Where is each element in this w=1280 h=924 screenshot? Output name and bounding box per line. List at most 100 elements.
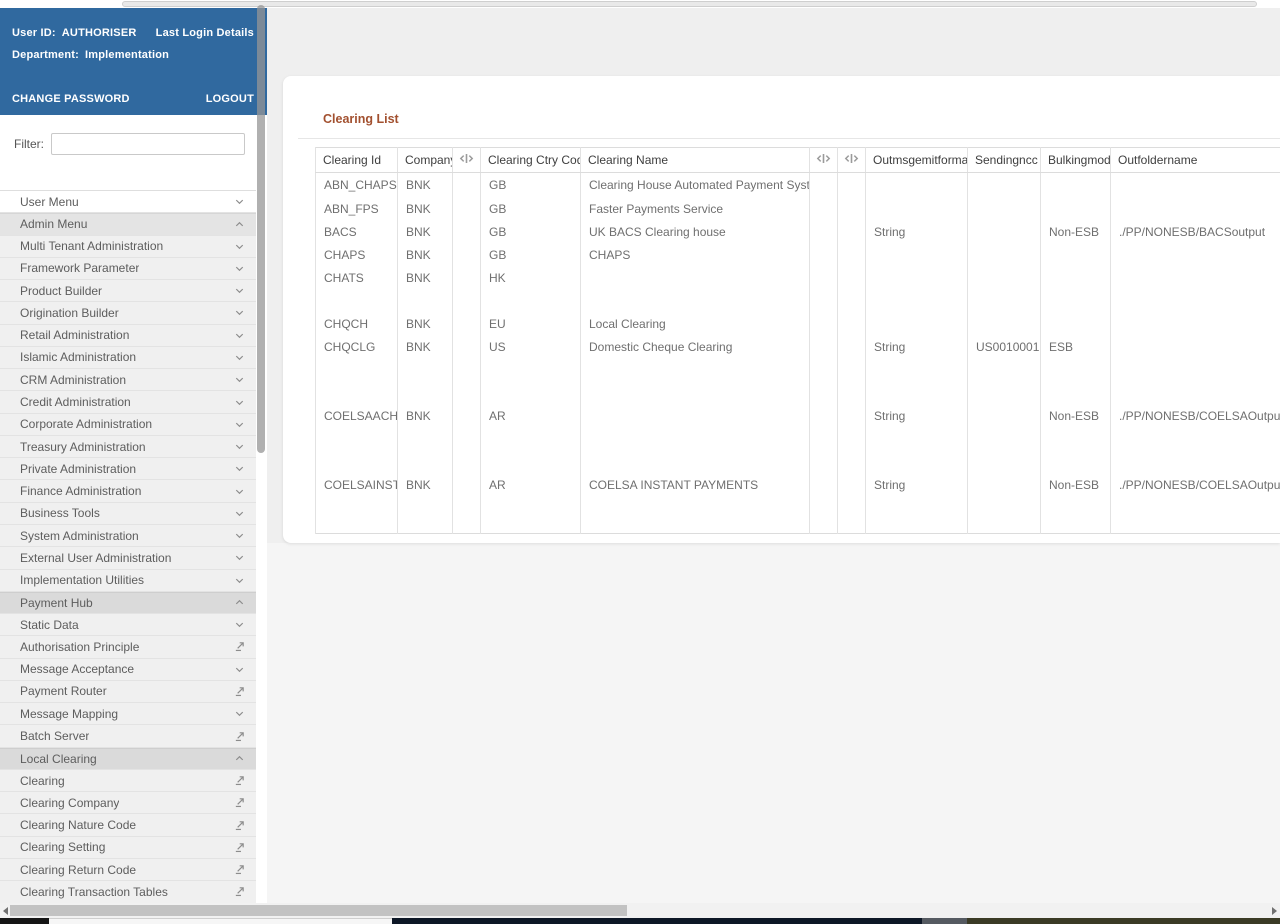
cell: Local Clearing [580,311,810,335]
cell [837,334,866,404]
sidebar-item-business-tools[interactable]: Business Tools [0,502,256,525]
column-resize-handle[interactable] [809,147,838,173]
sidebar-item-local-clearing[interactable]: Local Clearing [0,747,256,770]
sidebar-item-message-mapping[interactable]: Message Mapping [0,703,256,726]
table-row-coelsaach[interactable]: COELSAACH BNK AR String Non-ESB ./PP/NONESB/C… [315,403,1280,473]
horizontal-scrollbar-thumb[interactable] [10,905,627,916]
col-resize-icon [816,153,831,167]
sidebar-item-system-administration[interactable]: System Administration [0,524,256,548]
sidebar-vertical-scrollbar[interactable] [257,5,265,453]
cell: BNK [397,265,453,312]
cell [865,311,968,335]
cell [452,403,481,473]
col-header-outfoldername[interactable]: Outfoldername [1110,147,1280,173]
col-header-bulkingmode[interactable]: Bulkingmode [1040,147,1111,173]
col-header-clearing-id[interactable]: Clearing Id [315,147,398,173]
cell [1110,311,1280,335]
cell [967,403,1041,473]
filter-input[interactable] [51,133,245,155]
top-strip [122,1,1257,7]
logout-link[interactable]: LOGOUT [206,93,254,105]
table-row-abn-fps[interactable]: ABN_FPS BNK GB Faster Payments Service [315,196,1280,220]
sidebar-item-origination-builder[interactable]: Origination Builder [0,302,256,325]
column-resize-handle[interactable] [837,147,866,173]
sidebar-item-multi-tenant-administration[interactable]: Multi Tenant Administration [0,235,256,258]
sidebar-item-clearing-company[interactable]: Clearing Company [0,792,256,815]
sidebar-item-implementation-utilities[interactable]: Implementation Utilities [0,569,256,592]
cell: BNK [397,311,453,335]
sidebar-item-retail-administration[interactable]: Retail Administration [0,324,256,347]
table-row-chqch[interactable]: CHQCH BNK EU Local Clearing [315,311,1280,335]
sidebar-item-treasury-administration[interactable]: Treasury Administration [0,435,256,459]
table-header-row: Clearing Id Company Clearing Ctry Code Clea… [315,147,1280,173]
sidebar-item-crm-administration[interactable]: CRM Administration [0,369,256,392]
sidebar-item-authorisation-principle[interactable]: Authorisation Principle [0,636,256,659]
chevron-down-icon [234,508,245,519]
sidebar-item-clearing-nature-code[interactable]: Clearing Nature Code [0,814,256,837]
sidebar-item-private-administration[interactable]: Private Administration [0,458,256,481]
chevron-down-icon [234,463,245,474]
sidebar-item-label: Origination Builder [20,305,119,320]
cell [1040,265,1111,312]
title-divider [298,138,1280,139]
cell: CHQCH [315,311,398,335]
sidebar-item-framework-parameter[interactable]: Framework Parameter [0,257,256,281]
scroll-right-arrow-icon[interactable] [1272,906,1277,915]
sidebar-item-finance-administration[interactable]: Finance Administration [0,480,256,503]
sidebar-item-external-user-administration[interactable]: External User Administration [0,547,256,570]
bottom-sliver-1 [0,918,49,924]
column-resize-handle[interactable] [452,147,481,173]
sidebar-item-payment-router[interactable]: Payment Router [0,680,256,704]
sidebar-item-corporate-administration[interactable]: Corporate Administration [0,413,256,436]
col-header-sendingncc[interactable]: Sendingncc [967,147,1041,173]
cell [809,334,838,404]
table-row-chats[interactable]: CHATS BNK HK [315,265,1280,312]
table-row-abn-chaps[interactable]: ABN_CHAPS BNK GB Clearing House Automated P… [315,172,1280,197]
change-password-link[interactable]: CHANGE PASSWORD [12,93,130,105]
sidebar-item-static-data[interactable]: Static Data [0,614,256,637]
sidebar-item-clearing-transaction-tables[interactable]: Clearing Transaction Tables [0,881,256,903]
scroll-left-arrow-icon[interactable] [3,906,8,915]
horizontal-scrollbar[interactable] [0,903,1280,918]
sidebar: User ID: AUTHORISER Last Login Details De… [0,8,267,903]
sidebar-item-payment-hub[interactable]: Payment Hub [0,591,256,615]
sidebar-item-label: System Administration [20,528,139,543]
sidebar-item-user-menu[interactable]: User Menu [0,191,256,214]
bottom-sliver-5 [967,918,1280,924]
sidebar-item-batch-server[interactable]: Batch Server [0,725,256,748]
table-row-chqclg[interactable]: CHQCLG BNK US Domestic Cheque Clearing Strin… [315,334,1280,404]
table-row-bacs[interactable]: BACS BNK GB UK BACS Clearing house String Non… [315,219,1280,243]
sidebar-item-product-builder[interactable]: Product Builder [0,280,256,303]
col-header-clearing-name[interactable]: Clearing Name [580,147,810,173]
cell [1110,334,1280,404]
col-resize-icon [844,153,859,167]
sidebar-item-message-acceptance[interactable]: Message Acceptance [0,658,256,681]
last-login-details-link[interactable]: Last Login Details [156,27,254,39]
cell [452,311,481,335]
sidebar-item-credit-administration[interactable]: Credit Administration [0,391,256,414]
cell: CHQCLG [315,334,398,404]
cell [967,311,1041,335]
sidebar-item-clearing-return-code[interactable]: Clearing Return Code [0,858,256,882]
sidebar-item-islamic-administration[interactable]: Islamic Administration [0,346,256,370]
sidebar-item-label: CRM Administration [20,372,127,387]
cell: Domestic Cheque Clearing [580,334,810,404]
bottom-sliver-2 [49,918,392,924]
col-header-company[interactable]: Company [397,147,453,173]
sidebar-item-label: Business Tools [20,506,100,521]
sidebar-item-admin-menu[interactable]: Admin Menu [0,213,256,236]
col-header-clearing-ctry-code[interactable]: Clearing Ctry Code [480,147,581,173]
cell [837,172,866,197]
sidebar-item-label: Clearing Nature Code [20,818,137,833]
cell [1110,242,1280,266]
table-row-coelsainst[interactable]: COELSAINST BNK AR COELSA INSTANT PAYMENTS St… [315,472,1280,534]
table-row-chaps[interactable]: CHAPS BNK GB CHAPS [315,242,1280,266]
cell: UK BACS Clearing house [580,219,810,243]
sidebar-item-label: Clearing Return Code [20,862,137,877]
cell [1040,196,1111,220]
sidebar-item-clearing-setting[interactable]: Clearing Setting [0,836,256,859]
sidebar-item-clearing[interactable]: Clearing [0,769,256,793]
col-header-outmsgemitformat[interactable]: Outmsgemitformat [865,147,968,173]
cell [967,196,1041,220]
sidebar-item-label: Retail Administration [20,328,130,343]
